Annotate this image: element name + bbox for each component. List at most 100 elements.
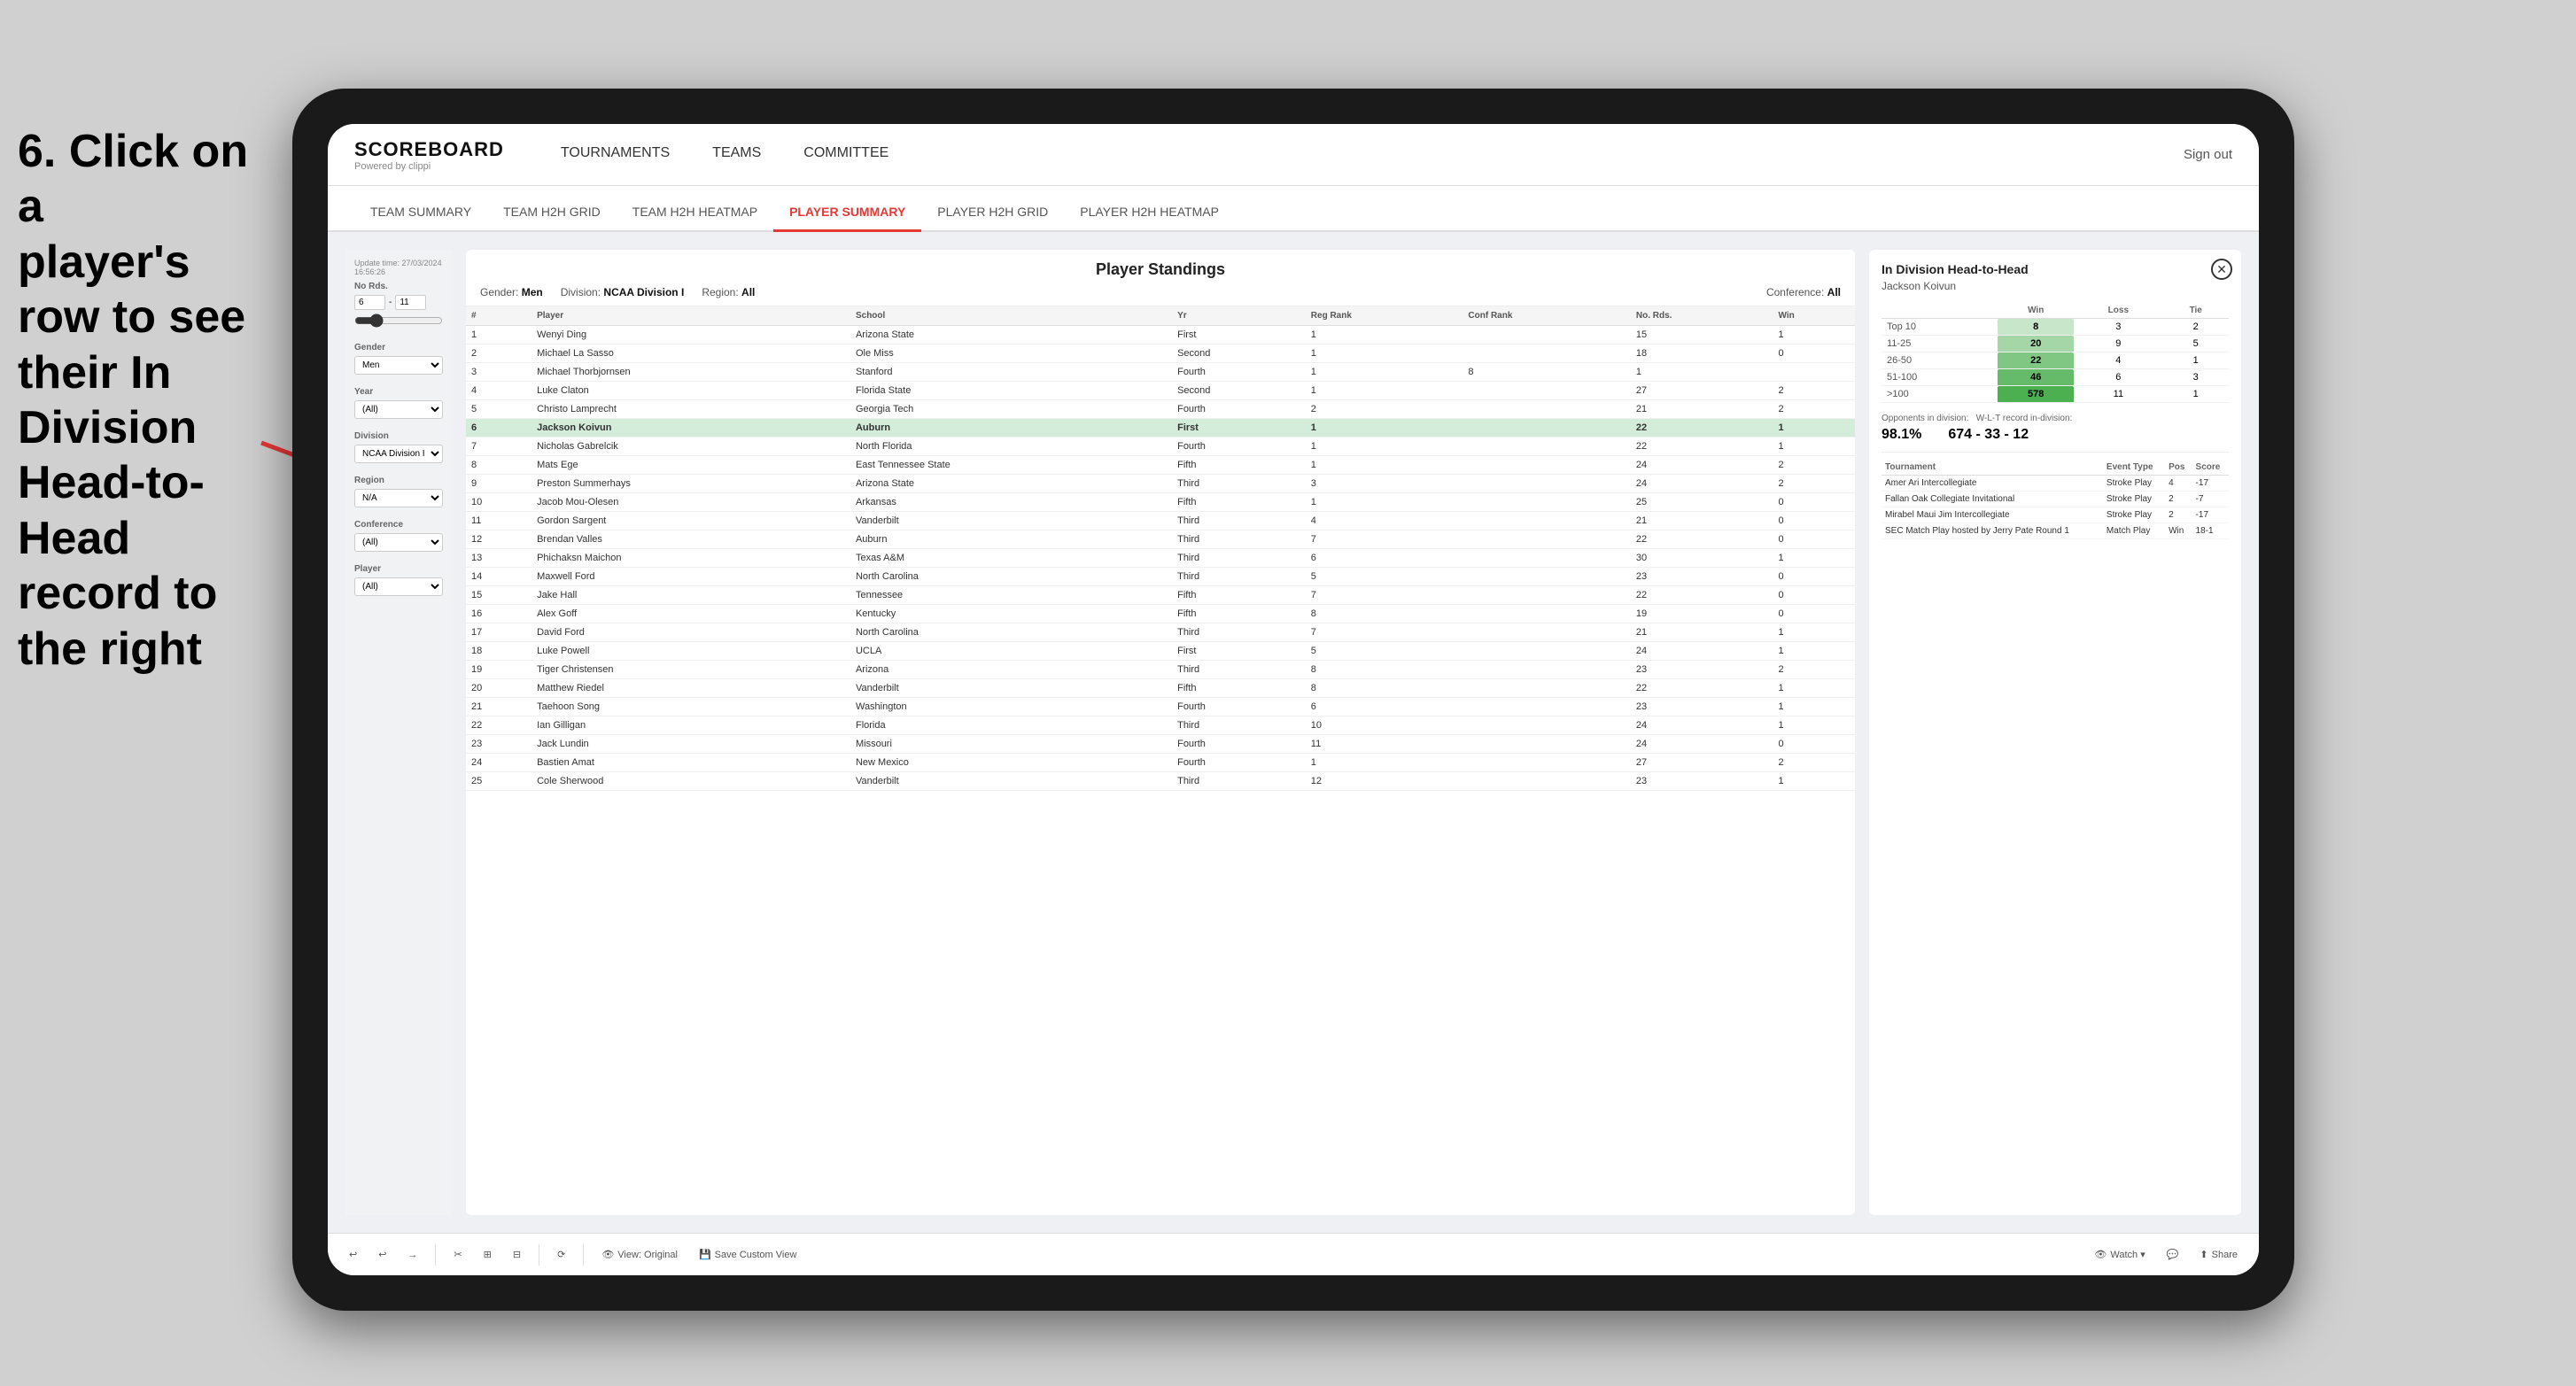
tab-player-summary[interactable]: PLAYER SUMMARY [773, 205, 921, 232]
conference-filter-select[interactable]: (All) [354, 533, 443, 552]
table-row[interactable]: 4 Luke Claton Florida State Second 1 27 … [466, 382, 1855, 400]
t-score: -17 [2192, 507, 2229, 523]
cell-conf [1463, 382, 1630, 400]
cell-player: Luke Powell [531, 642, 850, 661]
cell-school: Arizona State [850, 326, 1172, 345]
nav-tournaments[interactable]: TOURNAMENTS [539, 124, 691, 186]
cell-win: 1 [1773, 437, 1856, 456]
cut-button[interactable]: ✂ [446, 1245, 469, 1264]
save-custom-view-button[interactable]: 💾 Save Custom View [692, 1245, 803, 1264]
nav-committee[interactable]: COMMITTEE [782, 124, 910, 186]
forward-button[interactable]: → [400, 1246, 424, 1264]
table-row[interactable]: 10 Jacob Mou-Olesen Arkansas Fifth 1 25 … [466, 493, 1855, 512]
cell-reg: 7 [1306, 530, 1463, 549]
table-row[interactable]: 15 Jake Hall Tennessee Fifth 7 22 0 [466, 586, 1855, 605]
cell-win: 2 [1773, 754, 1856, 772]
tablet-screen: SCOREBOARD Powered by clippi TOURNAMENTS… [328, 124, 2259, 1275]
table-row[interactable]: 7 Nicholas Gabrelcik North Florida Fourt… [466, 437, 1855, 456]
toolbar-separator-1 [435, 1244, 436, 1266]
table-row[interactable]: 24 Bastien Amat New Mexico Fourth 1 27 2 [466, 754, 1855, 772]
cell-win: 2 [1773, 382, 1856, 400]
watch-button[interactable]: 👁 Watch ▾ [2087, 1245, 2152, 1264]
no-rds-slider[interactable] [354, 314, 443, 328]
region-filter-label: Region [354, 476, 443, 485]
standings-table-scroll[interactable]: # Player School Yr Reg Rank Conf Rank No… [466, 306, 1855, 1215]
tab-player-h2h-grid[interactable]: PLAYER H2H GRID [921, 205, 1064, 232]
cell-school: Tennessee [850, 586, 1172, 605]
sign-out-button[interactable]: Sign out [2184, 147, 2232, 162]
table-row[interactable]: 25 Cole Sherwood Vanderbilt Third 12 23 … [466, 772, 1855, 791]
table-row[interactable]: 8 Mats Ege East Tennessee State Fifth 1 … [466, 456, 1855, 475]
gender-filter-select[interactable]: Men Women [354, 356, 443, 375]
t-pos: 2 [2165, 492, 2192, 507]
filter-division: Division NCAA Division I [354, 431, 443, 463]
cell-yr: Fourth [1172, 698, 1306, 716]
cell-yr: Third [1172, 530, 1306, 549]
year-filter-select[interactable]: (All) [354, 400, 443, 419]
share-button[interactable]: ⬆ Share [2192, 1245, 2245, 1264]
col-player: Player [531, 306, 850, 326]
no-rds-min-input[interactable] [354, 295, 385, 310]
cell-reg: 2 [1306, 400, 1463, 419]
cell-conf [1463, 754, 1630, 772]
tab-team-h2h-heatmap[interactable]: TEAM H2H HEATMAP [617, 205, 773, 232]
table-row[interactable]: 17 David Ford North Carolina Third 7 21 … [466, 623, 1855, 642]
cell-rds: 24 [1631, 456, 1773, 475]
watch-icon: 👁 [2094, 1249, 2107, 1260]
table-row[interactable]: 12 Brendan Valles Auburn Third 7 22 0 [466, 530, 1855, 549]
h2h-title: In Division Head-to-Head [1882, 262, 2229, 276]
tab-team-summary[interactable]: TEAM SUMMARY [354, 205, 487, 232]
cell-rds: 27 [1631, 382, 1773, 400]
cell-yr: Second [1172, 345, 1306, 363]
table-row[interactable]: 19 Tiger Christensen Arizona Third 8 23 … [466, 661, 1855, 679]
view-original-button[interactable]: 👁 View: Original [594, 1245, 685, 1264]
table-row[interactable]: 5 Christo Lamprecht Georgia Tech Fourth … [466, 400, 1855, 419]
cell-yr: Fourth [1172, 363, 1306, 382]
copy-button[interactable]: ⊞ [477, 1245, 499, 1264]
col-conf-rank: Conf Rank [1463, 306, 1630, 326]
division-filter-select[interactable]: NCAA Division I [354, 445, 443, 463]
table-row[interactable]: 13 Phichaksn Maichon Texas A&M Third 6 3… [466, 549, 1855, 568]
h2h-tie: 1 [2162, 352, 2229, 369]
player-filter-select[interactable]: (All) [354, 577, 443, 596]
cell-win: 1 [1773, 623, 1856, 642]
refresh-button[interactable]: ⟳ [550, 1245, 572, 1264]
tab-player-h2h-heatmap[interactable]: PLAYER H2H HEATMAP [1064, 205, 1235, 232]
tournament-table: Tournament Event Type Pos Score Amer Ari… [1882, 460, 2229, 539]
cell-rds: 25 [1631, 493, 1773, 512]
table-row[interactable]: 22 Ian Gilligan Florida Third 10 24 1 [466, 716, 1855, 735]
table-row[interactable]: 6 Jackson Koivun Auburn First 1 22 1 [466, 419, 1855, 437]
table-row[interactable]: 21 Taehoon Song Washington Fourth 6 23 1 [466, 698, 1855, 716]
nav-teams[interactable]: TEAMS [691, 124, 782, 186]
cell-player: Jake Hall [531, 586, 850, 605]
conference-display: Conference: All [1766, 286, 1841, 298]
table-row[interactable]: 20 Matthew Riedel Vanderbilt Fifth 8 22 … [466, 679, 1855, 698]
redo-button[interactable]: ↩ [371, 1245, 393, 1264]
tab-team-h2h-grid[interactable]: TEAM H2H GRID [487, 205, 617, 232]
table-row[interactable]: 16 Alex Goff Kentucky Fifth 8 19 0 [466, 605, 1855, 623]
h2h-close-button[interactable]: ✕ [2211, 259, 2232, 280]
comment-button[interactable]: 💬 [2160, 1245, 2186, 1264]
cell-reg: 3 [1306, 475, 1463, 493]
table-row[interactable]: 2 Michael La Sasso Ole Miss Second 1 18 … [466, 345, 1855, 363]
cell-conf [1463, 493, 1630, 512]
table-row[interactable]: 1 Wenyi Ding Arizona State First 1 15 1 [466, 326, 1855, 345]
table-row[interactable]: 11 Gordon Sargent Vanderbilt Third 4 21 … [466, 512, 1855, 530]
table-filter-display: Gender: Men Division: NCAA Division I Re… [480, 286, 1841, 298]
table-row[interactable]: 23 Jack Lundin Missouri Fourth 11 24 0 [466, 735, 1855, 754]
h2h-loss: 6 [2074, 369, 2162, 386]
cell-rank: 11 [466, 512, 531, 530]
no-rds-max-input[interactable] [395, 295, 426, 310]
table-row[interactable]: 9 Preston Summerhays Arizona State Third… [466, 475, 1855, 493]
cell-player: Michael La Sasso [531, 345, 850, 363]
paste-button[interactable]: ⊟ [506, 1245, 528, 1264]
table-row[interactable]: 3 Michael Thorbjornsen Stanford Fourth 1… [466, 363, 1855, 382]
table-row[interactable]: 14 Maxwell Ford North Carolina Third 5 2… [466, 568, 1855, 586]
table-row[interactable]: 18 Luke Powell UCLA First 5 24 1 [466, 642, 1855, 661]
cell-school: Vanderbilt [850, 512, 1172, 530]
gender-filter-label: Gender [354, 343, 443, 352]
cell-rds: 23 [1631, 568, 1773, 586]
undo-button[interactable]: ↩ [342, 1245, 364, 1264]
cell-win: 1 [1773, 326, 1856, 345]
region-filter-select[interactable]: N/A [354, 489, 443, 507]
